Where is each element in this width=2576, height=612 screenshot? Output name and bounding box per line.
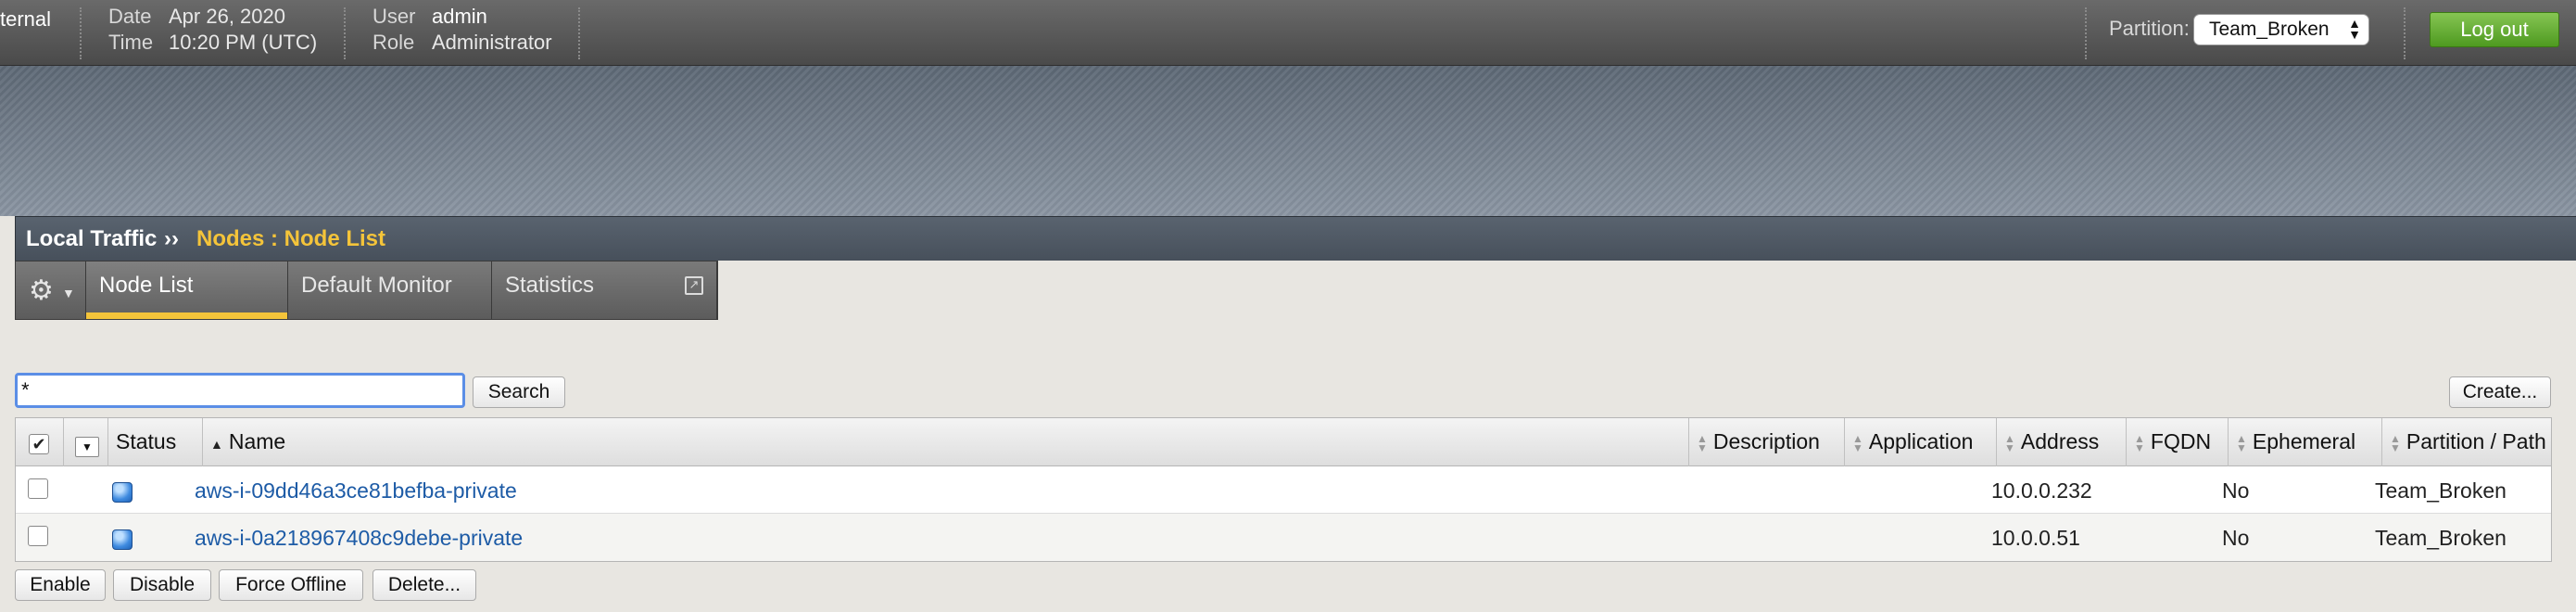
node-ephemeral: No bbox=[2222, 478, 2250, 503]
table-row: aws-i-09dd46a3ce81befba-private 10.0.0.2… bbox=[16, 466, 2551, 514]
column-header-address[interactable]: ▲ ▼ Address bbox=[1997, 418, 2127, 466]
time-value: 10:20 PM (UTC) bbox=[169, 31, 318, 54]
force-offline-button[interactable]: Force Offline bbox=[219, 569, 363, 601]
sort-icon: ▲ ▼ bbox=[2134, 431, 2145, 454]
header-band bbox=[0, 66, 2576, 216]
column-menu-dropdown[interactable]: ▼ bbox=[75, 437, 99, 457]
banner-divider bbox=[2085, 7, 2087, 59]
tab-statistics-label: Statistics bbox=[505, 273, 595, 298]
user-info: User admin Role Administrator bbox=[373, 4, 552, 56]
role-label: Role bbox=[373, 31, 415, 54]
search-input[interactable] bbox=[15, 373, 465, 408]
column-header-partition-path[interactable]: ▲ ▼ Partition / Path bbox=[2382, 418, 2553, 466]
node-address: 10.0.0.51 bbox=[1991, 526, 2080, 550]
date-value: Apr 26, 2020 bbox=[169, 5, 285, 28]
sort-ascending-icon: ▲ bbox=[210, 437, 223, 452]
time-label: Time bbox=[108, 31, 154, 54]
banner-divider bbox=[80, 7, 82, 59]
tab-default-monitor[interactable]: Default Monitor bbox=[288, 261, 492, 319]
column-header-partition-path-label: Partition / Path bbox=[2406, 429, 2546, 453]
node-name-link[interactable]: aws-i-0a218967408c9debe-private bbox=[195, 526, 523, 551]
banner-divider bbox=[578, 7, 580, 59]
tab-settings-menu[interactable]: ⚙ ▼ bbox=[16, 261, 86, 319]
column-header-ephemeral[interactable]: ▲ ▼ Ephemeral bbox=[2229, 418, 2382, 466]
node-table: ✔ ▼ Status ▲ Name ▲ ▼ Description ▲ ▼ Applica… bbox=[15, 417, 2552, 562]
breadcrumb: Local Traffic ›› Nodes : Node List bbox=[15, 216, 2576, 261]
column-menu-cell: ▼ bbox=[64, 418, 108, 466]
sort-icon: ▲ ▼ bbox=[2390, 431, 2401, 454]
column-header-address-label: Address bbox=[2020, 429, 2100, 453]
user-value: admin bbox=[432, 5, 487, 28]
node-address: 10.0.0.232 bbox=[1991, 478, 2092, 503]
tab-statistics[interactable]: Statistics ↗ bbox=[492, 261, 717, 319]
role-value: Administrator bbox=[432, 31, 552, 54]
column-header-name-label: Name bbox=[228, 429, 286, 453]
breadcrumb-separator: ›› bbox=[164, 226, 179, 251]
logout-button[interactable]: Log out bbox=[2430, 12, 2559, 47]
row-checkbox[interactable] bbox=[28, 478, 48, 499]
sort-icon: ▲ ▼ bbox=[1697, 431, 1708, 454]
column-header-description[interactable]: ▲ ▼ Description bbox=[1689, 418, 1845, 466]
column-header-status[interactable]: Status bbox=[108, 418, 203, 466]
disable-button[interactable]: Disable bbox=[113, 569, 211, 601]
chevron-down-icon: ▼ bbox=[62, 286, 75, 300]
column-header-fqdn-label: FQDN bbox=[2150, 429, 2212, 453]
column-header-application-label: Application bbox=[1868, 429, 1974, 453]
sort-icon: ▲ ▼ bbox=[2236, 431, 2247, 454]
sort-icon: ▲ ▼ bbox=[1852, 431, 1863, 454]
product-name-fragment: ternal bbox=[0, 7, 52, 31]
status-unknown-icon bbox=[112, 482, 133, 503]
node-partition: Team_Broken bbox=[2375, 526, 2507, 550]
node-ephemeral: No bbox=[2222, 526, 2250, 550]
date-time-info: Date Apr 26, 2020 Time 10:20 PM (UTC) bbox=[108, 4, 317, 56]
select-all-checkbox[interactable]: ✔ bbox=[29, 434, 49, 454]
select-all-cell: ✔ bbox=[16, 418, 64, 466]
banner-divider bbox=[344, 7, 346, 59]
date-label: Date bbox=[108, 5, 152, 28]
create-button[interactable]: Create... bbox=[2449, 376, 2551, 408]
user-label: User bbox=[373, 5, 416, 28]
popout-icon[interactable]: ↗ bbox=[685, 276, 703, 295]
column-header-name[interactable]: ▲ Name bbox=[203, 418, 1689, 466]
breadcrumb-current: Nodes : Node List bbox=[196, 226, 386, 251]
column-header-application[interactable]: ▲ ▼ Application bbox=[1845, 418, 1997, 466]
tab-node-list[interactable]: Node List bbox=[86, 261, 288, 319]
sort-icon: ▲ ▼ bbox=[2004, 431, 2015, 454]
top-banner: ternal Date Apr 26, 2020 Time 10:20 PM (UT… bbox=[0, 0, 2576, 66]
search-button[interactable]: Search bbox=[473, 376, 565, 408]
column-header-ephemeral-label: Ephemeral bbox=[2252, 429, 2356, 453]
enable-button[interactable]: Enable bbox=[15, 569, 106, 601]
node-name-link[interactable]: aws-i-09dd46a3ce81befba-private bbox=[195, 478, 517, 504]
partition-value: Team_Broken bbox=[2209, 19, 2330, 40]
tab-bar: ⚙ ▼ Node List Default Monitor Statistics… bbox=[15, 261, 718, 320]
partition-label: Partition: bbox=[2109, 17, 2190, 40]
select-arrows-icon: ▲ ▼ bbox=[2348, 16, 2361, 42]
status-unknown-icon bbox=[112, 529, 133, 550]
partition-select[interactable]: Team_Broken ▲ ▼ bbox=[2193, 14, 2369, 45]
banner-divider bbox=[2404, 7, 2406, 59]
column-header-description-label: Description bbox=[1712, 429, 1820, 453]
node-partition: Team_Broken bbox=[2375, 478, 2507, 503]
table-header: ✔ ▼ Status ▲ Name ▲ ▼ Description ▲ ▼ Applica… bbox=[16, 418, 2551, 466]
table-row: aws-i-0a218967408c9debe-private 10.0.0.5… bbox=[16, 514, 2551, 561]
delete-button[interactable]: Delete... bbox=[373, 569, 476, 601]
row-checkbox[interactable] bbox=[28, 526, 48, 546]
breadcrumb-root[interactable]: Local Traffic bbox=[26, 226, 157, 252]
gear-icon: ⚙ bbox=[29, 275, 54, 306]
column-header-fqdn[interactable]: ▲ ▼ FQDN bbox=[2127, 418, 2229, 466]
